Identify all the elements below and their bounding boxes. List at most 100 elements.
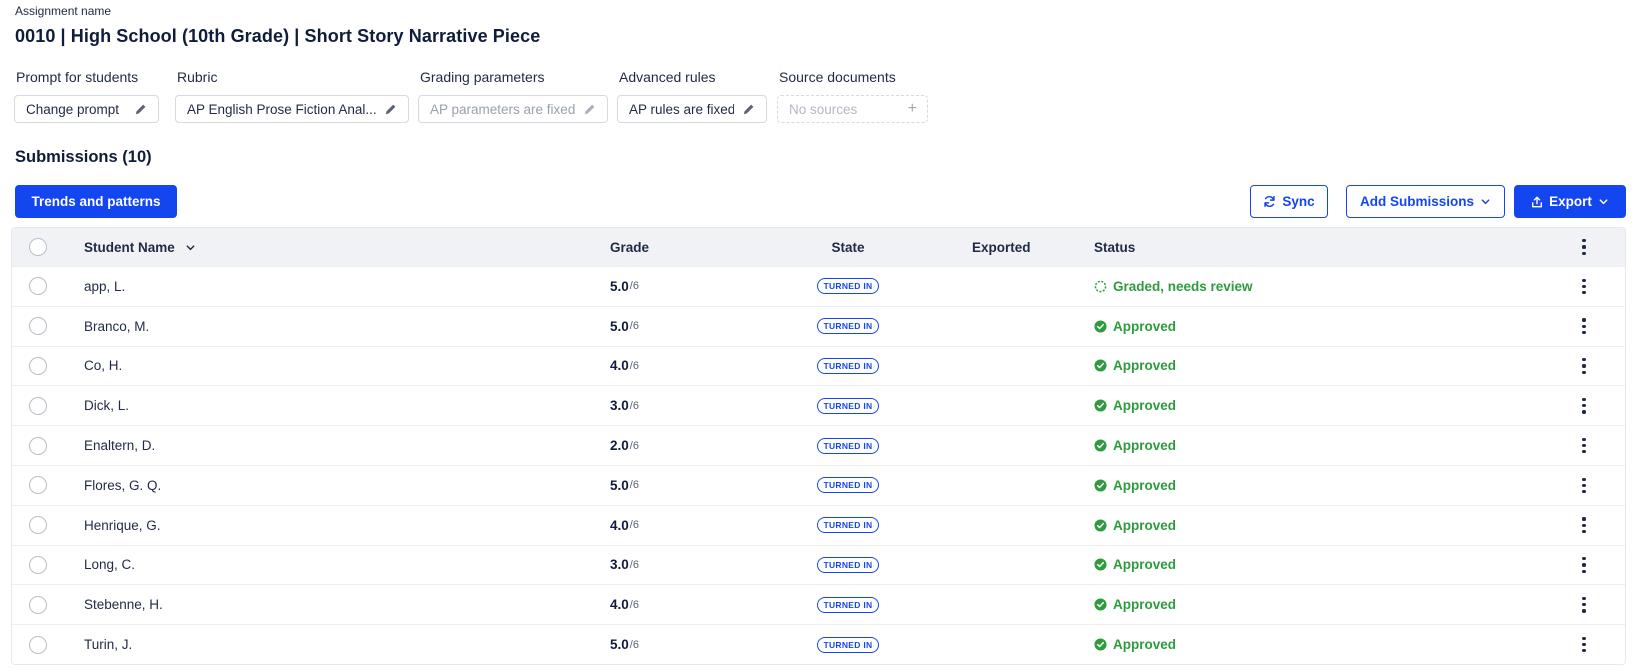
pencil-icon [135,104,146,115]
grade-max: /6 [629,479,639,492]
source-documents-field: Source documents No sources + [777,68,928,123]
table-row[interactable]: Flores, G. Q. 5.0/6 TURNED IN Approved [12,464,1625,505]
row-checkbox[interactable] [29,436,47,455]
add-submissions-button[interactable]: Add Submissions [1346,185,1505,218]
student-name[interactable]: Co, H. [84,358,122,373]
select-all-checkbox[interactable] [29,238,47,256]
row-kebab-menu-icon[interactable] [1582,437,1586,454]
chevron-down-icon [1481,199,1490,205]
row-checkbox[interactable] [29,317,47,336]
rubric-text: AP English Prose Fiction Anal... [187,101,376,117]
status-indicator: Approved [1094,319,1176,334]
grade-max: /6 [629,519,639,532]
status-header: Status [1094,239,1136,255]
grade-value: 2.0 [610,438,629,454]
grade-value: 5.0 [610,318,629,334]
check-circle-icon [1094,638,1107,651]
advanced-rules-field: Advanced rules AP rules are fixed [617,68,767,123]
grade-max: /6 [629,399,639,412]
change-prompt-button[interactable]: Change prompt [14,95,159,123]
row-kebab-menu-icon[interactable] [1582,557,1586,573]
grade-value: 4.0 [610,597,629,613]
student-name[interactable]: Turin, J. [84,637,132,652]
rubric-label: Rubric [177,69,218,85]
status-text: Approved [1113,438,1177,454]
student-name[interactable]: Enaltern, D. [84,438,155,453]
row-checkbox[interactable] [29,396,47,415]
state-header: State [831,239,865,255]
status-text: Approved [1113,398,1177,414]
table-row[interactable]: Enaltern, D. 2.0/6 TURNED IN Approved [12,425,1625,465]
grading-parameters-box: AP parameters are fixed [418,95,608,123]
student-name[interactable]: Long, C. [84,557,135,572]
student-name-header: Student Name [84,239,175,255]
student-name[interactable]: app, L. [84,279,125,294]
check-circle-icon [1094,399,1107,412]
chevron-down-icon [1599,199,1608,205]
row-kebab-menu-icon[interactable] [1582,636,1586,653]
status-text: Graded, needs review [1113,278,1253,294]
kebab-menu-icon[interactable] [1582,239,1586,255]
row-kebab-menu-icon[interactable] [1582,318,1586,334]
trends-and-patterns-button[interactable]: Trends and patterns [15,185,177,218]
status-text: Approved [1113,358,1177,374]
student-name[interactable]: Henrique, G. [84,518,161,533]
advanced-rules-button[interactable]: AP rules are fixed [617,95,767,123]
grade-max: /6 [629,320,639,333]
status-indicator: Approved [1094,478,1176,493]
grade-value: 5.0 [610,477,629,493]
source-documents-label: Source documents [779,69,896,85]
status-text: Approved [1113,597,1177,613]
export-button[interactable]: Export [1514,185,1626,218]
export-icon [1532,196,1543,207]
check-circle-icon [1094,359,1107,373]
assignment-name-label: Assignment name [15,4,112,18]
student-name-sort[interactable]: Student Name [84,228,196,266]
row-kebab-menu-icon[interactable] [1582,278,1586,295]
student-name[interactable]: Flores, G. Q. [84,478,161,493]
grade-value: 3.0 [610,398,629,414]
rubric-button[interactable]: AP English Prose Fiction Anal... [175,95,409,123]
add-source-button[interactable]: No sources + [777,95,928,123]
row-kebab-menu-icon[interactable] [1582,596,1586,613]
row-checkbox[interactable] [29,555,47,574]
grading-parameters-label: Grading parameters [420,69,545,85]
table-row[interactable]: Turin, J. 5.0/6 TURNED IN Approved [12,624,1625,664]
grade-value: 4.0 [610,517,629,533]
status-indicator: Approved [1094,358,1176,373]
grade-max: /6 [629,598,639,611]
status-indicator: Graded, needs review [1094,279,1253,294]
submissions-table: Student Name Grade State Exported Status… [11,227,1626,665]
status-text: Approved [1113,517,1177,533]
row-checkbox[interactable] [29,595,47,614]
row-checkbox[interactable] [29,277,47,296]
table-row[interactable]: Dick, L. 3.0/6 TURNED IN Approved [12,385,1625,426]
row-checkbox[interactable] [29,476,47,495]
row-kebab-menu-icon[interactable] [1582,358,1586,374]
student-name[interactable]: Dick, L. [84,398,129,413]
student-name[interactable]: Branco, M. [84,319,149,334]
in-progress-icon [1094,280,1107,293]
plus-icon: + [907,100,917,117]
table-row[interactable]: app, L. 5.0/6 TURNED IN Graded, needs revie… [12,266,1625,306]
row-checkbox[interactable] [29,356,47,375]
sync-button[interactable]: Sync [1250,185,1328,218]
grading-parameters-field: Grading parameters AP parameters are fix… [418,68,608,123]
pencil-icon [584,104,595,115]
check-circle-icon [1094,320,1107,333]
row-checkbox[interactable] [29,516,47,535]
student-name[interactable]: Stebenne, H. [84,597,163,612]
table-row[interactable]: Stebenne, H. 4.0/6 TURNED IN Approved [12,584,1625,625]
row-checkbox[interactable] [29,635,47,654]
table-header: Student Name Grade State Exported Status [12,228,1625,266]
status-indicator: Approved [1094,438,1176,453]
status-text: Approved [1113,637,1177,653]
row-kebab-menu-icon[interactable] [1582,517,1586,533]
table-row[interactable]: Henrique, G. 4.0/6 TURNED IN Approved [12,504,1625,545]
row-kebab-menu-icon[interactable] [1582,398,1586,414]
check-circle-icon [1094,439,1107,452]
table-row[interactable]: Long, C. 3.0/6 TURNED IN Approved [12,544,1625,585]
row-kebab-menu-icon[interactable] [1582,477,1586,494]
table-row[interactable]: Branco, M. 5.0/6 TURNED IN Approved [12,305,1625,346]
table-row[interactable]: Co, H. 4.0/6 TURNED IN Approved [12,345,1625,386]
